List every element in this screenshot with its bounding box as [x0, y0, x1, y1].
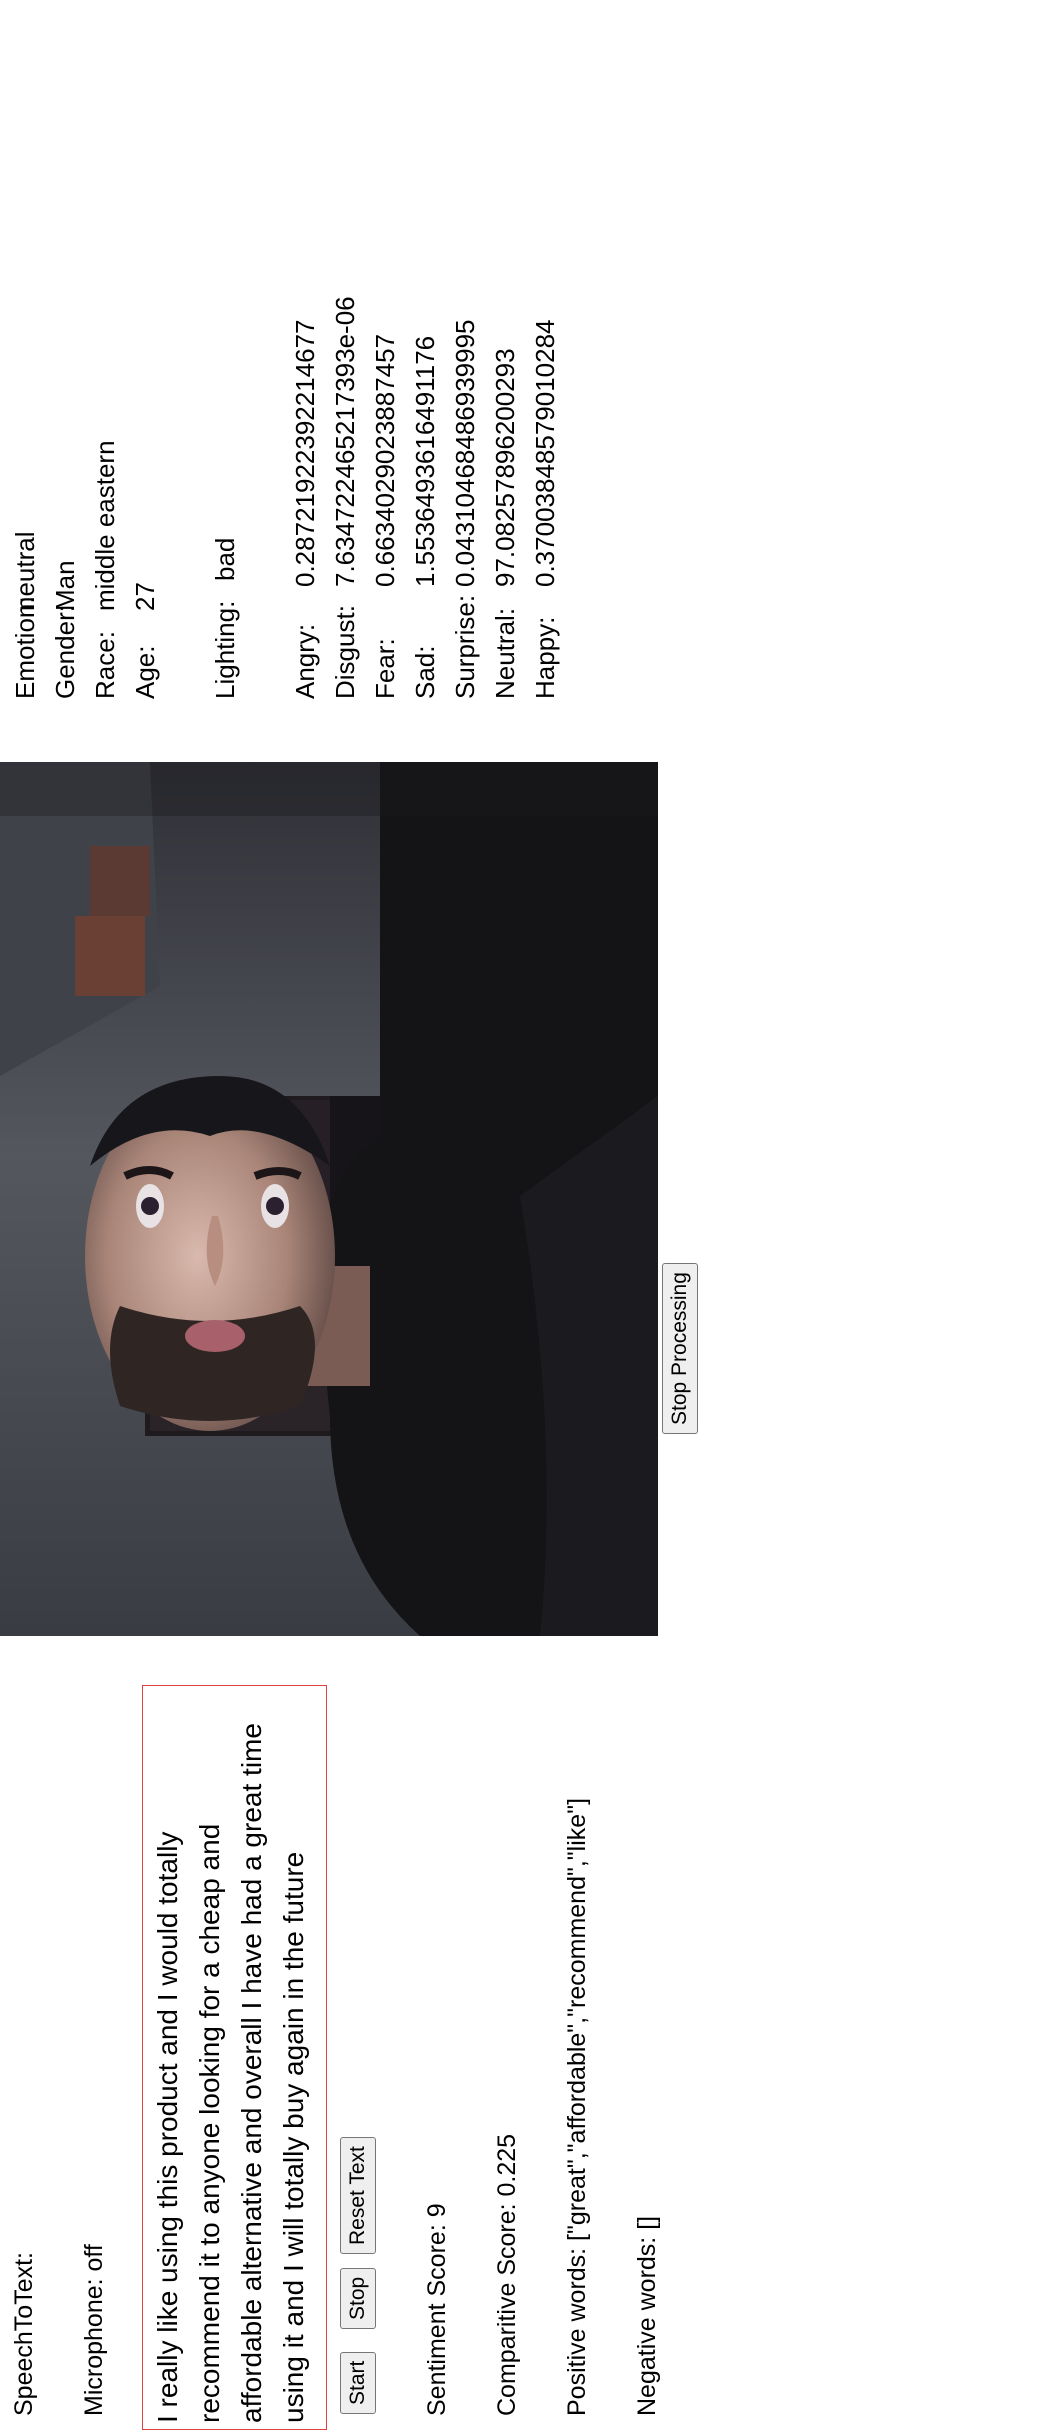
transcript-box[interactable]: I really like using this product and I w… — [142, 1685, 327, 2430]
angry-label: Angry: — [290, 623, 320, 699]
race-value: middle eastern — [90, 440, 120, 611]
disgust-label: Disgust: — [330, 605, 360, 699]
emotion-value: neutral — [10, 531, 40, 612]
surprise-value: 0.04310468486939995 — [450, 319, 480, 587]
happy-value: 0.37003848579010284 — [530, 319, 560, 587]
age-label: Age: — [130, 645, 160, 700]
page: SpeechToText: Microphone: off I really l… — [0, 0, 1061, 2434]
emotion-row: Emotion:neutral — [10, 532, 41, 700]
microphone-status: Microphone: off — [80, 2244, 108, 2416]
fear-value: 0.6634029023887457 — [370, 333, 400, 587]
race-label: Race: — [90, 631, 120, 699]
race-row: Race: middle eastern — [90, 440, 121, 699]
happy-label: Happy: — [530, 616, 560, 699]
fear-row: Fear: 0.6634029023887457 — [370, 334, 401, 699]
sad-value: 1.5536493616491176 — [410, 335, 440, 587]
disgust-value: 7.634722465217393e-06 — [330, 296, 360, 587]
positive-words: Positive words: ["great","affordable","r… — [563, 1797, 591, 2416]
lighting-row: Lighting: bad — [210, 538, 241, 699]
surprise-row: Surprise: 0.04310468486939995 — [450, 319, 481, 699]
gender-value: Man — [50, 560, 80, 611]
angry-value: 0.2872192239221467​7 — [290, 319, 320, 587]
comparative-score: Comparitive Score: 0.225 — [493, 2133, 521, 2416]
stop-button[interactable]: Stop — [340, 2267, 376, 2329]
age-value: 27 — [130, 582, 160, 611]
negative-words: Negative words: [] — [633, 2215, 661, 2416]
reset-text-button[interactable]: Reset Text — [340, 2137, 376, 2254]
sad-label: Sad: — [410, 645, 440, 700]
lighting-value: bad — [210, 537, 240, 581]
fear-label: Fear: — [370, 638, 400, 699]
neutral-label: Neutral: — [490, 607, 520, 699]
gender-row: Gender:Man — [50, 560, 81, 699]
neutral-value: 97.08257896200293 — [490, 348, 520, 587]
surprise-label: Surprise: — [450, 594, 480, 699]
webcam-frame — [0, 762, 658, 1636]
sad-row: Sad: 1.5536493616491176 — [410, 336, 441, 699]
disgust-row: Disgust: 7.634722465217393e-06 — [330, 296, 361, 699]
webcam-feed — [0, 762, 658, 1636]
start-button[interactable]: Start — [340, 2351, 376, 2414]
happy-row: Happy: 0.37003848579010284 — [530, 319, 561, 699]
transcript-text: I really like using this product and I w… — [152, 1723, 309, 2423]
neutral-row: Neutral: 97.08257896200293 — [490, 348, 521, 699]
lighting-label: Lighting: — [210, 600, 240, 699]
speech-title: SpeechToText: — [10, 2252, 38, 2416]
angry-row: Angry: 0.2872192239221467​7 — [290, 319, 321, 699]
age-row: Age: 27 — [130, 582, 161, 699]
gender-label: Gender: — [50, 605, 80, 699]
emotion-label: Emotion: — [10, 596, 40, 699]
stop-processing-button[interactable]: Stop Processing — [662, 1263, 698, 1434]
sentiment-score: Sentiment Score: 9 — [423, 2203, 451, 2416]
